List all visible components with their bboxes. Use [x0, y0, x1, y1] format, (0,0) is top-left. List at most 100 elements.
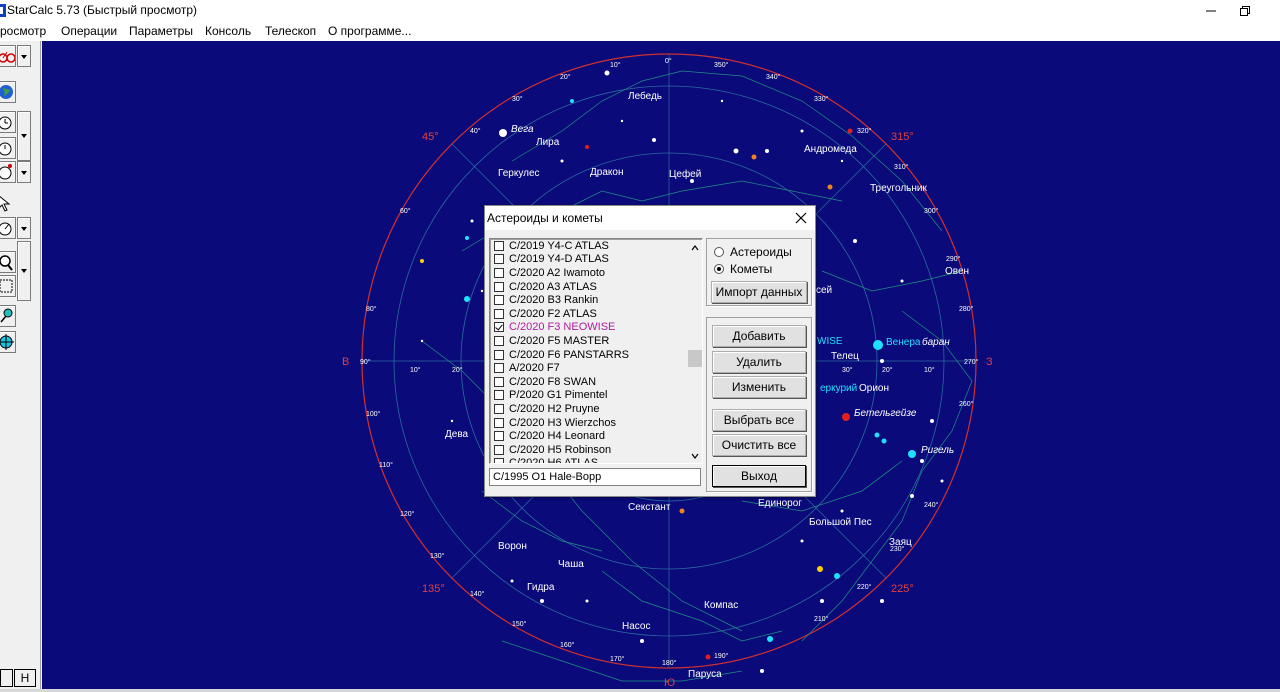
toolbar-target-button[interactable] — [0, 331, 16, 353]
list-item[interactable]: C/2020 F6 PANSTARRS — [494, 348, 684, 362]
list-item-checkbox[interactable] — [494, 349, 504, 360]
list-item-checkbox[interactable] — [494, 240, 504, 251]
list-item-checkbox[interactable] — [494, 254, 504, 265]
toolbar-clock-button[interactable] — [0, 137, 16, 159]
list-item-checkbox[interactable] — [494, 322, 504, 333]
clear-all-button[interactable]: Очистить все — [712, 434, 806, 456]
toolbar-dropdown-1[interactable] — [17, 45, 31, 67]
bottom-tab-1[interactable] — [0, 669, 13, 687]
window-title: StarCalc 5.73 (Быстрый просмотр) — [7, 3, 198, 17]
add-button[interactable]: Добавить — [712, 325, 806, 347]
list-item-checkbox[interactable] — [494, 390, 504, 401]
list-item[interactable]: A/2020 F7 — [494, 361, 684, 375]
comet-neowise-label: WISE — [817, 336, 843, 347]
list-item[interactable]: C/2020 H4 Leonard — [494, 429, 684, 443]
cursor-arrow-icon — [0, 195, 11, 212]
exit-button[interactable]: Выход — [712, 465, 806, 487]
toolbar-link-button[interactable] — [0, 305, 16, 327]
list-item[interactable]: C/2020 B3 Rankin — [494, 293, 684, 307]
toolbar-dropdown-2[interactable] — [17, 111, 31, 161]
toolbar-dropdown-4[interactable] — [17, 217, 31, 239]
list-item-checkbox[interactable] — [494, 295, 504, 306]
import-data-button[interactable]: Импорт данных — [711, 281, 807, 303]
type-group: Астероиды Кометы Импорт данных — [706, 238, 812, 306]
toolbar-bicycle-button[interactable] — [0, 45, 16, 67]
list-item[interactable]: C/2020 F2 ATLAS — [494, 307, 684, 321]
svg-text:10°: 10° — [924, 366, 935, 374]
dialog-title: Астероиды и кометы — [487, 211, 603, 225]
list-item-checkbox[interactable] — [494, 444, 504, 455]
menu-telescope[interactable]: Телескоп — [265, 24, 316, 38]
list-item-checkbox[interactable] — [494, 431, 504, 442]
list-scrollbar[interactable] — [688, 240, 702, 462]
toolbar-dropdown-5[interactable] — [17, 241, 31, 301]
list-item[interactable]: C/2020 F3 NEOWISE — [494, 321, 684, 335]
chevron-up-icon[interactable] — [691, 244, 699, 252]
list-item[interactable]: C/2020 H3 Wierzchos — [494, 416, 684, 430]
list-item[interactable]: C/2020 F5 MASTER — [494, 334, 684, 348]
list-item-checkbox[interactable] — [494, 417, 504, 428]
svg-text:180°: 180° — [662, 659, 677, 667]
select-all-button[interactable]: Выбрать все — [712, 409, 806, 431]
menu-about[interactable]: О программе... — [328, 24, 411, 38]
list-item-label: C/2020 F5 MASTER — [509, 334, 610, 347]
toolbar-pointer-button[interactable] — [0, 193, 16, 215]
actions-group: Добавить Удалить Изменить Выбрать все Оч… — [706, 317, 812, 492]
menu-operations[interactable]: Операции — [61, 24, 117, 38]
current-object-field[interactable]: C/1995 O1 Hale-Bopp — [489, 468, 701, 486]
toolbar-telescope-button[interactable] — [0, 217, 16, 239]
constellation-lebed: Лебедь — [628, 90, 662, 102]
list-item-checkbox[interactable] — [494, 376, 504, 387]
list-item-checkbox[interactable] — [494, 458, 504, 463]
list-item-checkbox[interactable] — [494, 281, 504, 292]
bicycle-icon — [0, 51, 16, 63]
scrollbar-thumb[interactable] — [688, 350, 702, 367]
toolbar-clock-red-button[interactable] — [0, 161, 16, 183]
list-item-checkbox[interactable] — [494, 363, 504, 374]
svg-text:150°: 150° — [512, 620, 527, 628]
menu-parameters[interactable]: Параметры — [129, 24, 193, 38]
svg-text:260°: 260° — [959, 400, 974, 408]
close-icon[interactable] — [793, 210, 809, 226]
toolbar-clock-plus-button[interactable] — [0, 111, 16, 133]
toolbar-frame-button[interactable] — [0, 275, 16, 297]
bottom-tab-n[interactable]: Н — [14, 669, 36, 687]
list-item[interactable]: C/2020 F8 SWAN — [494, 375, 684, 389]
list-item-checkbox[interactable] — [494, 267, 504, 278]
list-item[interactable]: P/2020 G1 Pimentel — [494, 389, 684, 403]
svg-text:0°: 0° — [665, 57, 672, 65]
list-item[interactable]: C/2020 H6 ATLAS — [494, 457, 684, 463]
list-item-label: P/2020 G1 Pimentel — [509, 389, 608, 402]
toolbar-globe-button[interactable] — [0, 81, 16, 103]
constellation-voron: Ворон — [498, 541, 527, 552]
list-item-checkbox[interactable] — [494, 403, 504, 414]
comet-list[interactable]: C/2019 Y4-C ATLAS C/2019 Y4-D ATLAS C/2020… — [489, 238, 703, 464]
list-item-label: C/2020 F8 SWAN — [509, 375, 597, 388]
radio-comets[interactable]: Кометы — [714, 262, 772, 276]
comet-list-items: C/2019 Y4-C ATLAS C/2019 Y4-D ATLAS C/2020… — [494, 239, 684, 463]
list-item[interactable]: C/2020 H5 Robinson — [494, 443, 684, 457]
toolbar-dropdown-3[interactable] — [17, 161, 31, 183]
svg-text:20°: 20° — [882, 366, 893, 374]
menu-view[interactable]: росмотр — [0, 24, 46, 38]
dial-icon — [0, 222, 12, 236]
constellation-orion: Орион — [859, 383, 889, 394]
list-item[interactable]: C/2019 Y4-C ATLAS — [494, 239, 684, 253]
restore-button[interactable] — [1222, 0, 1268, 21]
toolbar-zoom-button[interactable] — [0, 251, 16, 273]
menu-console[interactable]: Консоль — [205, 24, 251, 38]
edit-button[interactable]: Изменить — [712, 376, 806, 398]
list-item[interactable]: C/2020 A3 ATLAS — [494, 280, 684, 294]
magnifier-icon — [0, 255, 13, 271]
constellation-nasos: Насос — [622, 621, 650, 632]
list-item[interactable]: C/2020 A2 Iwamoto — [494, 266, 684, 280]
list-item-label: A/2020 F7 — [509, 362, 560, 375]
delete-button[interactable]: Удалить — [712, 351, 806, 373]
list-item-checkbox[interactable] — [494, 335, 504, 346]
list-item[interactable]: C/2020 H2 Pruyne — [494, 402, 684, 416]
chevron-down-icon[interactable] — [691, 452, 699, 460]
constellation-persei: сей — [816, 285, 832, 296]
list-item-checkbox[interactable] — [494, 308, 504, 319]
radio-asteroids[interactable]: Астероиды — [714, 245, 792, 259]
list-item[interactable]: C/2019 Y4-D ATLAS — [494, 253, 684, 267]
